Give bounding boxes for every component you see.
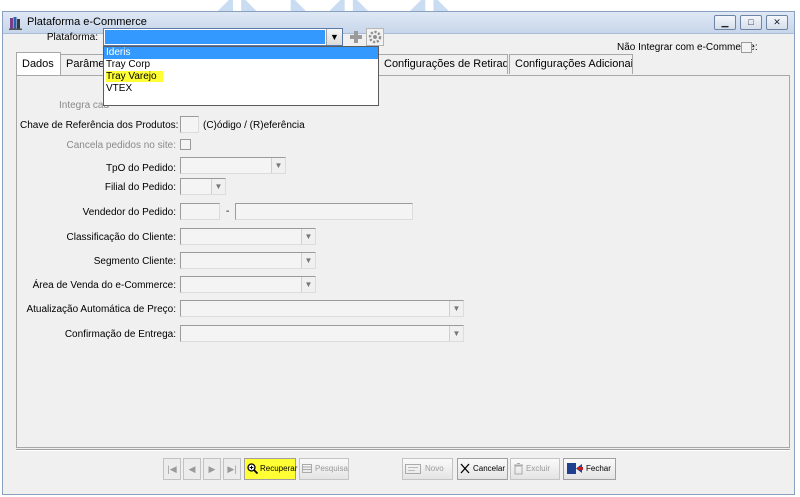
segmento-cliente-combo[interactable]: ▼ [180,252,316,269]
cancelar-button[interactable]: Cancelar [457,458,508,480]
last-record-icon[interactable]: ▶| [223,458,241,480]
tpo-pedido-combo[interactable]: ▼ [180,157,286,174]
novo-label: Novo [425,464,444,473]
plataforma-label: Plataforma: [46,32,98,43]
chevron-down-icon[interactable]: ▼ [449,301,463,316]
excluir-button[interactable]: Excluir [510,458,560,480]
fechar-label: Fechar [586,464,611,473]
classificacao-cliente-combo[interactable]: ▼ [180,228,316,245]
next-record-icon[interactable]: ▶ [203,458,221,480]
fechar-button[interactable]: Fechar [563,458,616,480]
chevron-down-icon[interactable]: ▼ [301,277,315,292]
novo-button[interactable]: Novo [402,458,453,480]
chevron-down-icon[interactable]: ▼ [301,229,315,244]
tab-parametros[interactable]: Parâme [60,54,104,74]
trash-icon [514,462,523,475]
confirmacao-entrega-label: Confirmação de Entrega: [64,329,176,340]
tab-dados[interactable]: Dados [16,52,61,75]
cancela-pedidos-label: Cancela pedidos no site: [66,140,176,151]
dropdown-option-tray-corp[interactable]: Tray Corp [104,59,378,71]
nao-integrar-label: Não Integrar com e-Commerce: [617,42,758,53]
plataforma-dropdown-list: Ideris Tray Corp Tray Varejo VTEX [103,46,379,106]
classificacao-cliente-label: Classificação do Cliente: [66,232,177,243]
cancel-x-icon [460,463,470,474]
dropdown-option-tray-varejo[interactable]: Tray Varejo [104,71,378,83]
dropdown-option-vtex[interactable]: VTEX [104,83,378,95]
integra-label: Integra cad [59,100,110,111]
chevron-down-icon[interactable]: ▼ [271,158,285,173]
plataforma-selected-value [105,30,325,44]
window-title: Plataforma e-Commerce [27,16,147,28]
close-button[interactable]: ✕ [766,15,788,30]
tab-configuracoes-retirada[interactable]: Configurações de Retirada [378,54,508,74]
new-record-icon [405,463,421,474]
minimize-button[interactable]: ▁ [714,15,736,30]
excluir-label: Excluir [526,464,551,473]
tab-configuracoes-adicionais[interactable]: Configurações Adicionais [509,54,633,74]
plataforma-select[interactable]: ▼ [103,28,343,46]
nao-integrar-checkbox[interactable] [741,42,752,53]
previous-record-icon[interactable]: ◀ [183,458,201,480]
area-venda-combo[interactable]: ▼ [180,276,316,293]
chevron-down-icon[interactable]: ▼ [449,326,463,341]
vendedor-codigo-field[interactable] [180,203,220,220]
filial-pedido-label: Filial do Pedido: [104,182,176,193]
filial-pedido-combo[interactable]: ▼ [180,178,226,195]
pesquisa-label: Pesquisa [315,464,348,473]
grid-search-icon [302,464,312,474]
app-books-icon [9,17,22,30]
confirmacao-entrega-combo[interactable]: ▼ [180,325,464,342]
area-venda-label: Área de Venda do e-Commerce: [32,280,176,291]
chevron-down-icon[interactable]: ▼ [211,179,225,194]
bottom-separator [16,449,790,451]
tpo-pedido-label: TpO do Pedido: [105,163,176,174]
settings-gear-icon[interactable] [366,28,384,46]
chave-referencia-label: Chave de Referência dos Produtos: [20,120,179,131]
segmento-cliente-label: Segmento Cliente: [93,256,176,267]
first-record-icon[interactable]: |◀ [163,458,181,480]
atualizacao-preco-label: Atualização Automática de Preço: [26,304,176,315]
chave-referencia-field[interactable] [180,116,199,133]
dropdown-option-tray-varejo-text: Tray Varejo [106,71,163,82]
dropdown-option-ideris[interactable]: Ideris [104,47,378,59]
recuperar-button[interactable]: Recuperar [244,458,298,480]
maximize-button[interactable]: □ [740,15,762,30]
chave-referencia-hint: (C)ódigo / (R)eferência [203,120,305,131]
plataforma-dropdown-button[interactable]: ▼ [326,29,342,45]
cancela-pedidos-checkbox[interactable] [180,139,191,150]
add-plus-icon[interactable] [347,28,365,46]
magnifier-plus-icon [247,463,258,475]
pesquisa-button[interactable]: Pesquisa [299,458,349,480]
vendedor-pedido-label: Vendedor do Pedido: [82,207,176,218]
chevron-down-icon[interactable]: ▼ [301,253,315,268]
vendedor-nome-field[interactable] [235,203,413,220]
atualizacao-preco-combo[interactable]: ▼ [180,300,464,317]
cancelar-label: Cancelar [473,464,506,473]
recuperar-label: Recuperar [260,464,298,473]
exit-door-icon [567,463,583,475]
vendedor-separator: - [226,206,230,217]
